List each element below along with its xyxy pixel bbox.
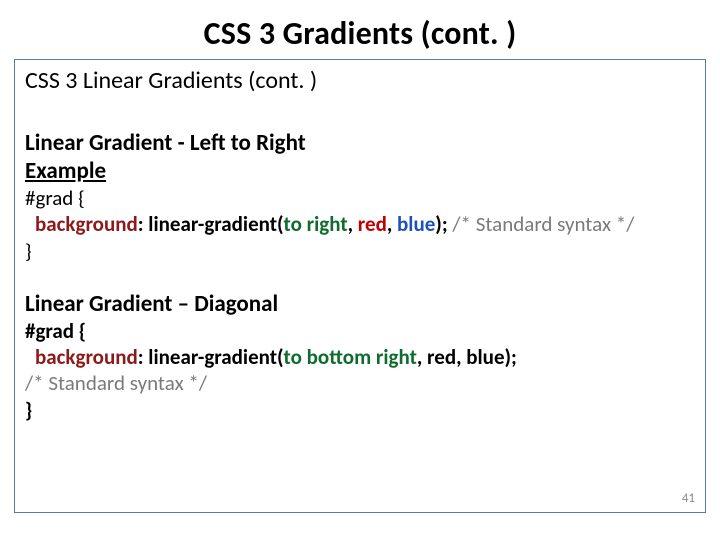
section1-sep1: , <box>348 211 358 237</box>
section1-comment: /* Standard syntax */ <box>452 211 634 237</box>
slide-title: CSS 3 Gradients (cont. ) <box>0 0 720 59</box>
section2-rest: , red, blue); <box>417 344 517 370</box>
section2-code-open: #grad { <box>25 318 695 344</box>
section2-code-close: } <box>25 397 695 423</box>
section1-prop: background <box>35 211 138 237</box>
section1-code-open: #grad { <box>25 185 695 211</box>
section-gap <box>25 264 695 290</box>
section1-close: ); <box>435 211 452 237</box>
page-number: 41 <box>682 491 695 506</box>
section1-sep2: , <box>387 211 397 237</box>
content-box: CSS 3 Linear Gradients (cont. ) Linear G… <box>14 59 706 513</box>
content-subtitle: CSS 3 Linear Gradients (cont. ) <box>25 66 695 95</box>
section1-func: : linear-gradient( <box>138 211 284 237</box>
section2-heading: Linear Gradient – Diagonal <box>25 290 695 318</box>
section1-arg-red: red <box>358 211 387 237</box>
section1-code-close: } <box>25 238 695 264</box>
section1-arg-blue: blue <box>397 211 435 237</box>
section2-comment: /* Standard syntax */ <box>25 370 695 396</box>
section2-func: : linear-gradient( <box>138 344 284 370</box>
section1-direction: to right <box>284 211 348 237</box>
section1-example-label: Example <box>25 157 695 185</box>
slide: CSS 3 Gradients (cont. ) CSS 3 Linear Gr… <box>0 0 720 540</box>
section2-direction: to bottom right <box>284 344 417 370</box>
section1-heading: Linear Gradient - Left to Right <box>25 129 695 157</box>
section2-code-body: background: linear-gradient(to bottom ri… <box>25 344 695 370</box>
section1-code-body: background: linear-gradient(to right, re… <box>25 211 695 237</box>
section2-prop: background <box>35 344 138 370</box>
